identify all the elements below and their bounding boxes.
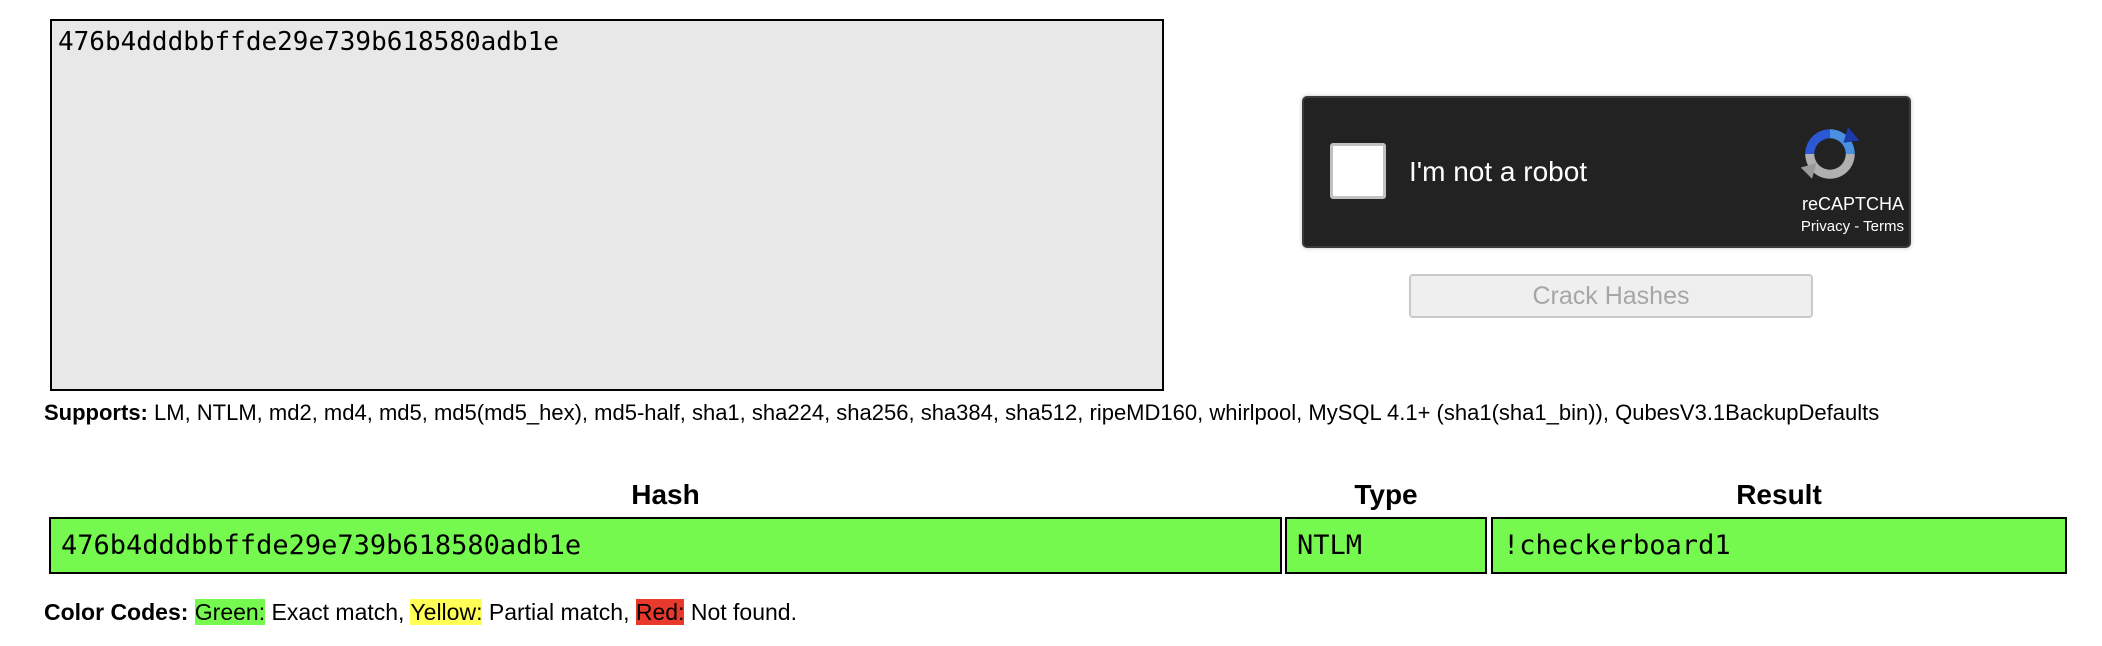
green-swatch: Green:: [194, 599, 266, 625]
column-header-hash: Hash: [631, 479, 700, 510]
recaptcha-label: I'm not a robot: [1409, 156, 1588, 187]
green-description: Exact match,: [265, 599, 411, 625]
supports-label: Supports:: [44, 400, 148, 425]
yellow-swatch: Yellow:: [410, 599, 483, 625]
recaptcha-checkbox[interactable]: [1330, 143, 1386, 199]
recaptcha-logo-icon: [1800, 127, 1860, 179]
color-codes-legend: Color Codes: Green: Exact match, Yellow:…: [44, 598, 797, 626]
recaptcha-privacy-link[interactable]: Privacy: [1801, 218, 1850, 235]
supports-text: Supports: LM, NTLM, md2, md4, md5, md5(m…: [44, 400, 1994, 426]
recaptcha-links: Privacy - Terms: [1704, 218, 1904, 236]
result-row-result-cell: !checkerboard1: [1491, 517, 2067, 574]
supports-list: LM, NTLM, md2, md4, md5, md5(md5_hex), m…: [147, 400, 1880, 425]
color-codes-label: Color Codes:: [44, 599, 189, 625]
yellow-description: Partial match,: [482, 599, 636, 625]
red-swatch: Red:: [635, 599, 685, 625]
hash-input[interactable]: [50, 19, 1164, 391]
recaptcha-widget: I'm not a robot reCAPTCHA Privacy - Term…: [1302, 96, 1911, 248]
red-description: Not found.: [684, 599, 797, 625]
recaptcha-links-separator: -: [1850, 218, 1864, 235]
crack-hashes-button[interactable]: Crack Hashes: [1409, 274, 1813, 318]
column-header-type: Type: [1354, 479, 1418, 510]
column-header-result: Result: [1736, 479, 1822, 510]
result-row-hash-cell: 476b4dddbbffde29e739b618580adb1e: [49, 517, 1282, 574]
recaptcha-brand: reCAPTCHA: [1801, 194, 1904, 214]
result-row-type-cell: NTLM: [1285, 517, 1487, 574]
recaptcha-terms-link[interactable]: Terms: [1863, 218, 1904, 235]
